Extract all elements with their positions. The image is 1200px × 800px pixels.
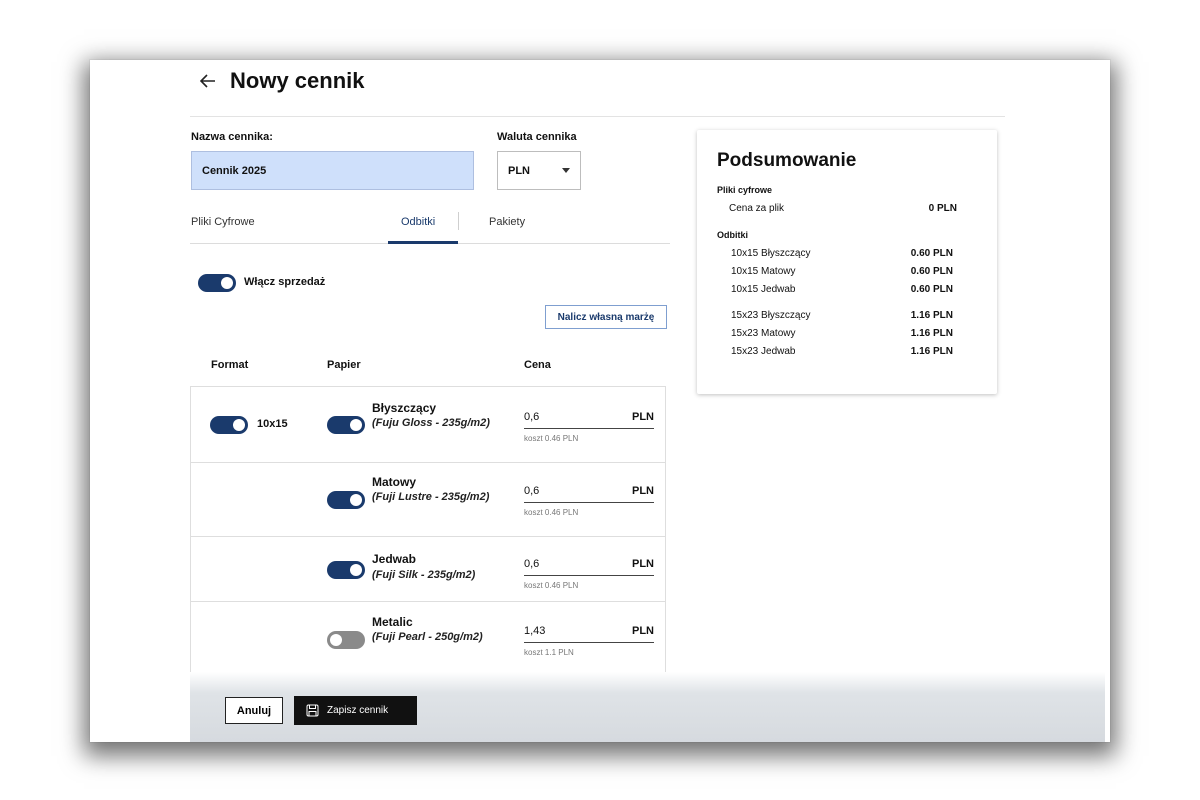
summary-panel: Podsumowanie Pliki cyfrowe Cena za plik … <box>697 130 997 394</box>
column-paper: Papier <box>327 359 361 371</box>
price-currency: PLN <box>632 625 654 637</box>
summary-title: Podsumowanie <box>717 150 857 171</box>
price-currency: PLN <box>632 485 654 497</box>
paper-name: Jedwab <box>372 552 417 566</box>
paper-name: Metalic <box>372 615 413 629</box>
header-divider <box>190 116 1005 117</box>
currency-label: Waluta cennika <box>497 131 577 143</box>
back-arrow-icon[interactable] <box>198 70 218 92</box>
summary-row-label: 15x23 Jedwab <box>731 346 796 357</box>
summary-row-value: 0.60 PLN <box>910 248 953 259</box>
tab-prints[interactable]: Odbitki <box>401 216 435 228</box>
summary-row-value: 0 PLN <box>928 203 957 214</box>
summary-prints-heading: Odbitki <box>717 230 748 240</box>
summary-row: 10x15 Błyszczący 0.60 PLN <box>731 248 953 259</box>
summary-row-label: 10x15 Matowy <box>731 266 796 277</box>
tab-packages[interactable]: Pakiety <box>489 216 525 228</box>
table-row: Jedwab (Fuji Silk - 235g/m2) 0,6 PLN kos… <box>191 537 665 602</box>
table-row: 10x15 Błyszczący (Fuju Gloss - 235g/m2) … <box>191 387 665 463</box>
tab-separator <box>458 212 459 230</box>
price-input[interactable]: 0,6 PLN <box>524 407 654 429</box>
summary-row-label: Cena za plik <box>729 203 785 214</box>
cost-text: koszt 1.1 PLN <box>524 648 574 657</box>
cost-text: koszt 0.46 PLN <box>524 508 579 517</box>
pricelist-name-input[interactable] <box>191 151 474 190</box>
price-currency: PLN <box>632 411 654 423</box>
active-tab-indicator <box>388 241 458 244</box>
custom-margin-button[interactable]: Nalicz własną marżę <box>545 305 667 329</box>
paper-description: (Fuju Gloss - 235g/m2) <box>372 417 490 429</box>
summary-row-label: 15x23 Błyszczący <box>731 310 811 321</box>
paper-description: (Fuji Silk - 235g/m2) <box>372 569 476 581</box>
paper-toggle[interactable] <box>327 631 365 649</box>
save-icon <box>306 704 319 717</box>
summary-row-value: 0.60 PLN <box>910 284 953 295</box>
summary-row: Cena za plik 0 PLN <box>729 203 957 214</box>
currency-value: PLN <box>508 164 530 177</box>
column-format: Format <box>211 359 249 371</box>
tab-bar: Pliki Cyfrowe Odbitki Pakiety <box>190 210 670 244</box>
price-input[interactable]: 0,6 PLN <box>524 481 654 503</box>
sales-toggle-label: Włącz sprzedaż <box>244 276 326 288</box>
tab-digital-files[interactable]: Pliki Cyfrowe <box>191 216 255 228</box>
save-button-label: Zapisz cennik <box>327 705 389 716</box>
currency-select[interactable]: PLN <box>497 151 581 190</box>
summary-row: 15x23 Błyszczący 1.16 PLN <box>731 310 953 321</box>
sales-toggle[interactable] <box>198 274 236 292</box>
paper-toggle[interactable] <box>327 491 365 509</box>
price-input[interactable]: 1,43 PLN <box>524 621 654 643</box>
price-currency: PLN <box>632 558 654 570</box>
summary-row-label: 15x23 Matowy <box>731 328 796 339</box>
price-value: 0,6 <box>524 485 540 497</box>
paper-name: Matowy <box>372 475 417 489</box>
name-label: Nazwa cennika: <box>191 131 273 143</box>
summary-digital-heading: Pliki cyfrowe <box>717 185 773 195</box>
summary-row: 10x15 Jedwab 0.60 PLN <box>731 284 953 295</box>
cost-text: koszt 0.46 PLN <box>524 434 579 443</box>
summary-row-label: 10x15 Błyszczący <box>731 248 811 259</box>
chevron-down-icon <box>562 168 570 173</box>
column-price: Cena <box>524 359 551 371</box>
format-toggle[interactable] <box>210 416 248 434</box>
paper-description: (Fuji Lustre - 235g/m2) <box>372 491 490 503</box>
price-input[interactable]: 0,6 PLN <box>524 554 654 576</box>
table-row: Metalic (Fuji Pearl - 250g/m2) 1,43 PLN … <box>191 602 665 678</box>
paper-toggle[interactable] <box>327 416 365 434</box>
summary-row: 15x23 Matowy 1.16 PLN <box>731 328 953 339</box>
summary-row-value: 1.16 PLN <box>910 346 953 357</box>
format-label: 10x15 <box>257 418 288 430</box>
summary-row-value: 0.60 PLN <box>910 266 953 277</box>
prices-table: 10x15 Błyszczący (Fuju Gloss - 235g/m2) … <box>190 386 666 676</box>
app-window: Nowy cennik Nazwa cennika: Waluta cennik… <box>90 60 1110 742</box>
summary-row-label: 10x15 Jedwab <box>731 284 796 295</box>
summary-row: 15x23 Jedwab 1.16 PLN <box>731 346 953 357</box>
summary-row-value: 1.16 PLN <box>910 310 953 321</box>
price-value: 0,6 <box>524 411 540 423</box>
price-value: 1,43 <box>524 625 546 637</box>
summary-row-value: 1.16 PLN <box>910 328 953 339</box>
paper-description: (Fuji Pearl - 250g/m2) <box>372 631 483 643</box>
paper-toggle[interactable] <box>327 561 365 579</box>
cancel-button[interactable]: Anuluj <box>225 697 283 724</box>
save-button[interactable]: Zapisz cennik <box>294 696 417 725</box>
page-title: Nowy cennik <box>230 68 365 93</box>
table-row: Matowy (Fuji Lustre - 235g/m2) 0,6 PLN k… <box>191 463 665 537</box>
price-value: 0,6 <box>524 558 540 570</box>
summary-row: 10x15 Matowy 0.60 PLN <box>731 266 953 277</box>
paper-name: Błyszczący <box>372 401 437 415</box>
cost-text: koszt 0.46 PLN <box>524 581 579 590</box>
